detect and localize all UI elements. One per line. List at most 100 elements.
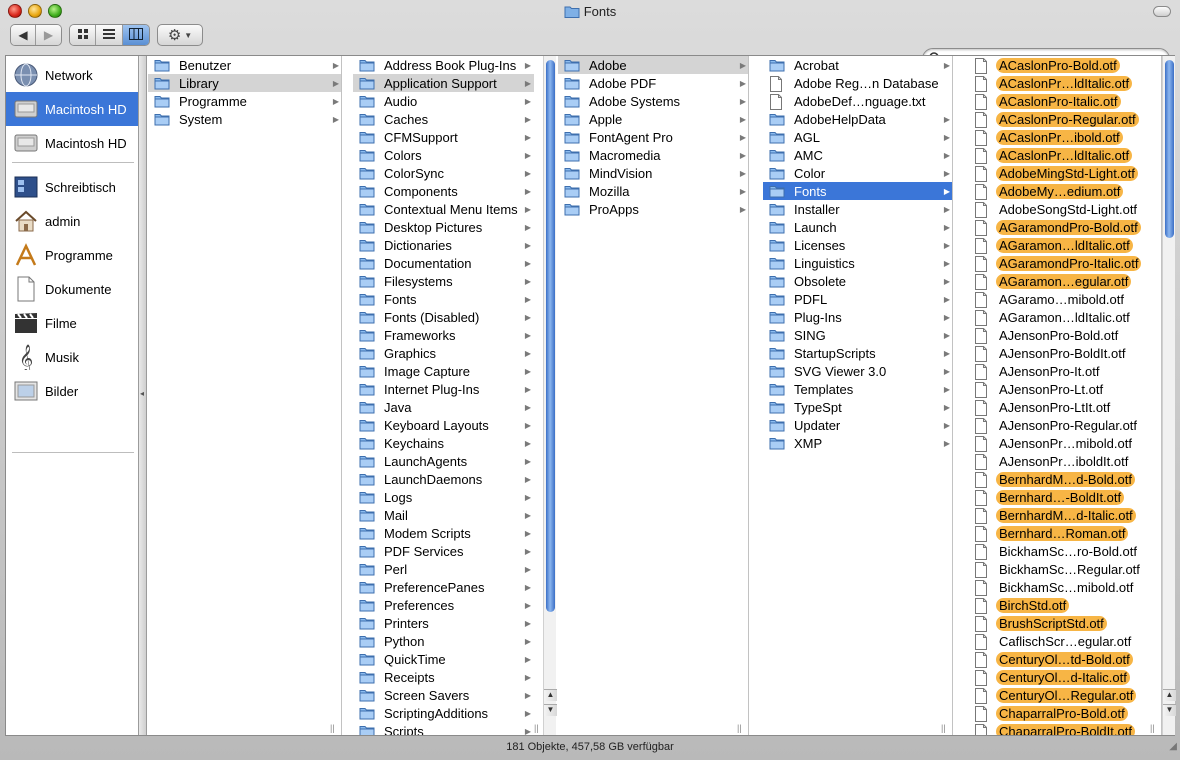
- column-resize-handle-icon[interactable]: ||: [1150, 723, 1155, 733]
- file-row[interactable]: AJensonPro-LtIt.otf: [968, 398, 1150, 416]
- folder-row[interactable]: Internet Plug-Ins ▶: [353, 380, 534, 398]
- file-row[interactable]: ACaslonPr…ibold.otf: [968, 128, 1150, 146]
- folder-row[interactable]: LaunchAgents ▶: [353, 452, 534, 470]
- folder-row[interactable]: XMP ▶: [763, 434, 952, 452]
- action-menu-button[interactable]: ⚙ ▼: [157, 24, 203, 46]
- folder-row[interactable]: AMC ▶: [763, 146, 952, 164]
- sidebar-item-filme[interactable]: Filme: [6, 306, 138, 340]
- file-row[interactable]: AdobeMingStd-Light.otf: [968, 164, 1150, 182]
- folder-row[interactable]: Java ▶: [353, 398, 534, 416]
- folder-row[interactable]: PreferencePanes ▶: [353, 578, 534, 596]
- column-resize-handle-icon[interactable]: ||: [534, 723, 539, 733]
- folder-row[interactable]: Linguistics ▶: [763, 254, 952, 272]
- file-row[interactable]: BernhardM…d-Bold.otf: [968, 470, 1150, 488]
- file-row[interactable]: BrushScriptStd.otf: [968, 614, 1150, 632]
- file-row[interactable]: AdobeDef…nguage.txt: [763, 92, 952, 110]
- folder-row[interactable]: Fonts ▶: [353, 290, 534, 308]
- folder-row[interactable]: ProApps ▶: [558, 200, 748, 218]
- folder-row[interactable]: TypeSpt ▶: [763, 398, 952, 416]
- file-row[interactable]: ACaslonPr…ldItalic.otf: [968, 74, 1150, 92]
- file-row[interactable]: ChaparralPro-Bold.otf: [968, 704, 1150, 722]
- file-row[interactable]: Adobe Reg…n Database: [763, 74, 952, 92]
- folder-row[interactable]: Obsolete ▶: [763, 272, 952, 290]
- folder-row[interactable]: PDFL ▶: [763, 290, 952, 308]
- folder-row[interactable]: Logs ▶: [353, 488, 534, 506]
- folder-row[interactable]: Receipts ▶: [353, 668, 534, 686]
- file-row[interactable]: AJensonPr…mibold.otf: [968, 434, 1150, 452]
- file-row[interactable]: ACaslonPro-Bold.otf: [968, 56, 1150, 74]
- column-view-button[interactable]: [122, 25, 149, 45]
- file-row[interactable]: AGaramon…ldItalic.otf: [968, 308, 1150, 326]
- folder-row[interactable]: Audio ▶: [353, 92, 534, 110]
- folder-row[interactable]: Fonts ▶: [763, 182, 952, 200]
- sidebar-item-macintosh-hd[interactable]: Macintosh HD: [6, 92, 138, 126]
- file-row[interactable]: Bernhard…Roman.otf: [968, 524, 1150, 542]
- resize-grip-icon[interactable]: ◢: [1169, 737, 1177, 757]
- scroll-up-arrow-icon[interactable]: ▲: [1163, 689, 1176, 701]
- folder-row[interactable]: AGL ▶: [763, 128, 952, 146]
- file-row[interactable]: CaflischScr…egular.otf: [968, 632, 1150, 650]
- folder-row[interactable]: Filesystems ▶: [353, 272, 534, 290]
- sidebar-item-admin[interactable]: admin: [6, 204, 138, 238]
- column-resize-handle-icon[interactable]: ||: [941, 723, 946, 733]
- file-row[interactable]: CenturyOl…Regular.otf: [968, 686, 1150, 704]
- file-row[interactable]: AGaramon…egular.otf: [968, 272, 1150, 290]
- folder-row[interactable]: Contextual Menu Items ▶: [353, 200, 534, 218]
- folder-row[interactable]: Modem Scripts ▶: [353, 524, 534, 542]
- file-row[interactable]: Bernhard…-BoldIt.otf: [968, 488, 1150, 506]
- folder-row[interactable]: Desktop Pictures ▶: [353, 218, 534, 236]
- file-row[interactable]: BernhardM…d-Italic.otf: [968, 506, 1150, 524]
- file-row[interactable]: CenturyOl…d-Italic.otf: [968, 668, 1150, 686]
- folder-row[interactable]: System ▶: [148, 110, 341, 128]
- folder-row[interactable]: Graphics ▶: [353, 344, 534, 362]
- folder-row[interactable]: Licenses ▶: [763, 236, 952, 254]
- file-row[interactable]: AGaramondPro-Italic.otf: [968, 254, 1150, 272]
- folder-row[interactable]: LaunchDaemons ▶: [353, 470, 534, 488]
- file-row[interactable]: AGaramon…ldItalic.otf: [968, 236, 1150, 254]
- folder-row[interactable]: Address Book Plug-Ins ▶: [353, 56, 534, 74]
- file-row[interactable]: AJensonPr…iboldIt.otf: [968, 452, 1150, 470]
- folder-row[interactable]: Mail ▶: [353, 506, 534, 524]
- file-row[interactable]: AJensonPro-BoldIt.otf: [968, 344, 1150, 362]
- folder-row[interactable]: Apple ▶: [558, 110, 748, 128]
- folder-row[interactable]: PDF Services ▶: [353, 542, 534, 560]
- sidebar-item-network[interactable]: Network: [6, 58, 138, 92]
- toolbar-toggle-button[interactable]: [1153, 6, 1171, 17]
- folder-row[interactable]: FontAgent Pro ▶: [558, 128, 748, 146]
- icon-view-button[interactable]: [70, 25, 97, 45]
- file-row[interactable]: BirchStd.otf: [968, 596, 1150, 614]
- folder-row[interactable]: ColorSync ▶: [353, 164, 534, 182]
- file-row[interactable]: CenturyOl…td-Bold.otf: [968, 650, 1150, 668]
- folder-row[interactable]: Library ▶: [148, 74, 341, 92]
- folder-row[interactable]: Preferences ▶: [353, 596, 534, 614]
- folder-row[interactable]: Plug-Ins ▶: [763, 308, 952, 326]
- sidebar-item-macintosh-hd[interactable]: Macintosh HD: [6, 126, 138, 160]
- folder-row[interactable]: Acrobat ▶: [763, 56, 952, 74]
- folder-row[interactable]: Caches ▶: [353, 110, 534, 128]
- folder-row[interactable]: Color ▶: [763, 164, 952, 182]
- sidebar-item-schreibtisch[interactable]: Schreibtisch: [6, 170, 138, 204]
- folder-row[interactable]: Colors ▶: [353, 146, 534, 164]
- folder-row[interactable]: Installer ▶: [763, 200, 952, 218]
- file-row[interactable]: AJensonPro-It.otf: [968, 362, 1150, 380]
- folder-row[interactable]: Application Support ▶: [353, 74, 534, 92]
- folder-row[interactable]: Adobe ▶: [558, 56, 748, 74]
- file-row[interactable]: ChaparralPro-BoldIt.otf: [968, 722, 1150, 735]
- folder-row[interactable]: Launch ▶: [763, 218, 952, 236]
- folder-row[interactable]: Image Capture ▶: [353, 362, 534, 380]
- folder-row[interactable]: ScriptingAdditions ▶: [353, 704, 534, 722]
- file-row[interactable]: BickhamSc…ro-Bold.otf: [968, 542, 1150, 560]
- folder-row[interactable]: Scripts ▶: [353, 722, 534, 735]
- folder-row[interactable]: Documentation ▶: [353, 254, 534, 272]
- file-row[interactable]: ACaslonPr…ldItalic.otf: [968, 146, 1150, 164]
- scrollbar-thumb[interactable]: [1165, 60, 1174, 238]
- folder-row[interactable]: Components ▶: [353, 182, 534, 200]
- folder-row[interactable]: Adobe PDF ▶: [558, 74, 748, 92]
- file-row[interactable]: AdobeSongStd-Light.otf: [968, 200, 1150, 218]
- scroll-down-arrow-icon[interactable]: ▼: [1163, 704, 1176, 716]
- folder-row[interactable]: QuickTime ▶: [353, 650, 534, 668]
- scroll-down-arrow-icon[interactable]: ▼: [544, 704, 557, 716]
- scroll-up-arrow-icon[interactable]: ▲: [544, 689, 557, 701]
- folder-row[interactable]: SING ▶: [763, 326, 952, 344]
- forward-button[interactable]: ▶: [36, 25, 61, 45]
